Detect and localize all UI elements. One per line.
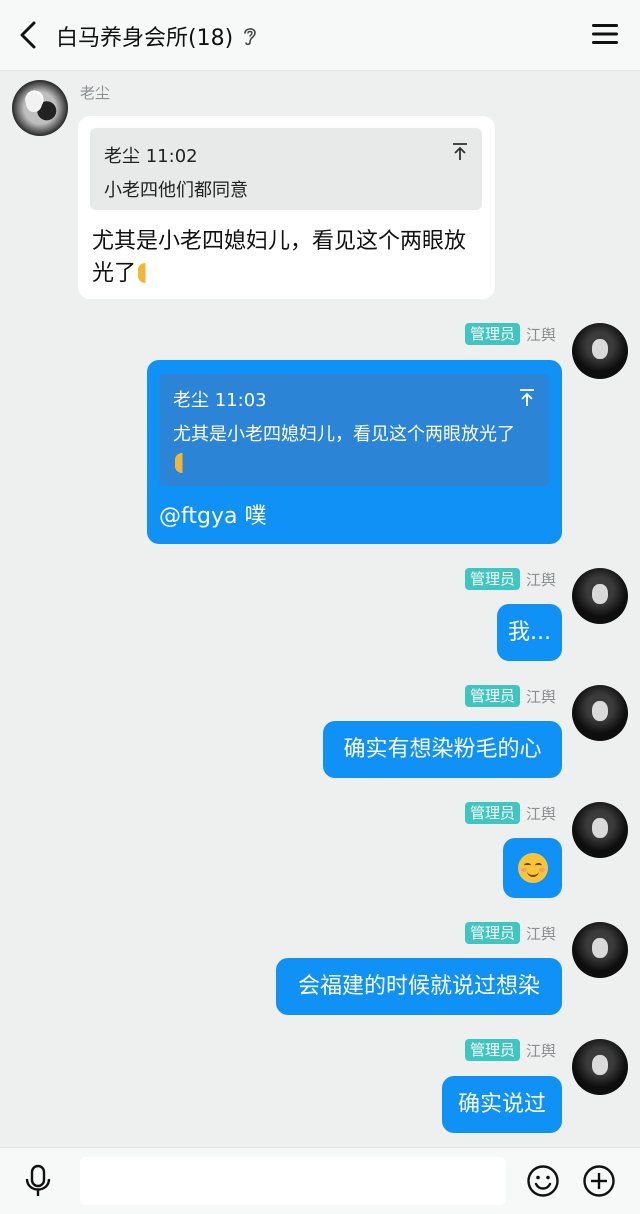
sender-line: 管理员 江舆 bbox=[464, 922, 556, 944]
admin-badge: 管理员 bbox=[464, 922, 520, 944]
message-text: 会福建的时候就说过想染 bbox=[297, 973, 540, 999]
message-bubble[interactable]: 会福建的时候就说过想染 bbox=[276, 958, 562, 1015]
message-text: 尤其是小老四媳妇儿，看见这个两眼放光了 bbox=[92, 229, 467, 286]
sender-name: 江舆 bbox=[525, 687, 556, 706]
message-input[interactable] bbox=[80, 1157, 506, 1205]
avatar-jiangyu[interactable] bbox=[572, 802, 628, 858]
jump-to-quote-icon[interactable] bbox=[519, 388, 535, 408]
sender-name: 江舆 bbox=[525, 924, 556, 943]
sender-name: 江舆 bbox=[525, 804, 556, 823]
message-bubble[interactable] bbox=[503, 838, 562, 898]
sender-name: 江舆 bbox=[525, 1041, 556, 1060]
message-text: 我... bbox=[508, 619, 551, 645]
chevron-left-icon[interactable] bbox=[12, 18, 46, 52]
jump-to-quote-icon[interactable] bbox=[452, 142, 468, 162]
chat-title-group: 白马养身会所(18) bbox=[56, 20, 259, 52]
sender-name: 老尘 bbox=[80, 84, 111, 102]
peeking-face-emoji bbox=[138, 263, 153, 283]
admin-badge: 管理员 bbox=[464, 323, 520, 345]
quote-author-time: 老尘 11:02 bbox=[104, 146, 198, 167]
chat-header: 白马养身会所(18) bbox=[0, 0, 640, 71]
quote-text: 尤其是小老四媳妇儿，看见这个两眼放光了 bbox=[173, 420, 523, 480]
plus-circle-icon[interactable] bbox=[582, 1164, 616, 1198]
sender-line: 管理员 江舆 bbox=[464, 323, 556, 345]
hamburger-menu-icon[interactable] bbox=[592, 22, 618, 46]
message-text: @ftgya 噗 bbox=[159, 504, 267, 529]
avatar-jiangyu[interactable] bbox=[572, 323, 628, 379]
message-bubble[interactable]: 老尘 11:03 尤其是小老四媳妇儿，看见这个两眼放光了 @ftgya 噗 bbox=[147, 360, 562, 544]
admin-badge: 管理员 bbox=[464, 568, 520, 590]
quote-text: 小老四他们都同意 bbox=[104, 180, 248, 201]
blushing-smile-emoji bbox=[517, 853, 548, 883]
sender-line: 管理员 江舆 bbox=[464, 802, 556, 824]
sender-line: 管理员 江舆 bbox=[464, 1039, 556, 1061]
sender-name: 江舆 bbox=[525, 570, 556, 589]
avatar-jiangyu[interactable] bbox=[572, 685, 628, 741]
quoted-message[interactable]: 老尘 11:03 尤其是小老四媳妇儿，看见这个两眼放光了 bbox=[159, 374, 549, 486]
composer-bar bbox=[0, 1147, 640, 1214]
admin-badge: 管理员 bbox=[464, 685, 520, 707]
peeking-face-emoji bbox=[175, 453, 189, 473]
message-text: 确实说过 bbox=[457, 1091, 546, 1117]
ear-icon bbox=[244, 28, 256, 46]
sender-line: 管理员 江舆 bbox=[464, 568, 556, 590]
sender-line: 管理员 江舆 bbox=[464, 685, 556, 707]
admin-badge: 管理员 bbox=[464, 1039, 520, 1061]
message-bubble[interactable]: 确实说过 bbox=[442, 1076, 562, 1133]
message-bubble[interactable]: 我... bbox=[497, 604, 562, 661]
chat-title: 白马养身会所(18) bbox=[56, 26, 234, 51]
admin-badge: 管理员 bbox=[464, 802, 520, 824]
message-bubble[interactable]: 老尘 11:02 小老四他们都同意 尤其是小老四媳妇儿，看见这个两眼放光了 bbox=[78, 116, 495, 299]
quote-author-time: 老尘 11:03 bbox=[173, 390, 267, 411]
avatar-jiangyu[interactable] bbox=[572, 568, 628, 624]
smiley-icon[interactable] bbox=[526, 1164, 560, 1198]
avatar-jiangyu[interactable] bbox=[572, 1039, 628, 1095]
sender-name: 江舆 bbox=[525, 325, 556, 344]
avatar-jiangyu[interactable] bbox=[572, 922, 628, 978]
quoted-message[interactable]: 老尘 11:02 小老四他们都同意 bbox=[90, 128, 482, 210]
message-bubble[interactable]: 确实有想染粉毛的心 bbox=[323, 721, 562, 778]
microphone-icon[interactable] bbox=[24, 1164, 52, 1198]
avatar-laochen[interactable] bbox=[12, 80, 68, 136]
message-text: 确实有想染粉毛的心 bbox=[343, 736, 542, 762]
